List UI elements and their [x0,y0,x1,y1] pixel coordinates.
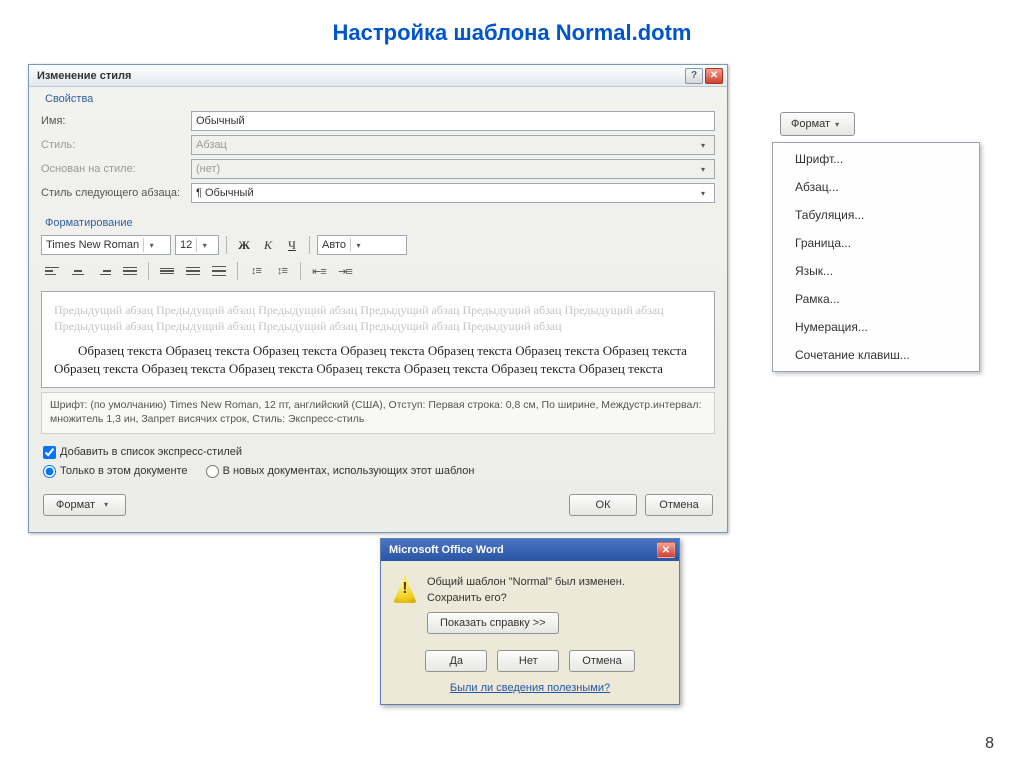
decrease-indent-button[interactable]: ⇤≡ [308,261,330,281]
format-button[interactable]: Формат ▾ [43,494,126,516]
scope-template-input[interactable] [206,465,219,478]
separator [237,262,238,280]
feedback-link[interactable]: Были ли сведения полезными? [450,682,610,694]
slide-title: Настройка шаблона Normal.dotm [0,20,1024,46]
name-label: Имя: [41,115,191,127]
align-justify-button[interactable] [119,261,141,281]
menu-item-shortcut[interactable]: Сочетание клавиш... [773,341,979,369]
scope-this-doc-input[interactable] [43,465,56,478]
italic-button[interactable]: К [258,235,278,255]
confirm-message: Общий шаблон "Normal" был изменен. Сохра… [427,575,667,606]
align-left-button[interactable] [41,261,63,281]
font-size-select[interactable]: 12 ▾ [175,235,219,255]
font-color-value: Авто [322,239,346,251]
line-spacing-2-button[interactable] [208,261,230,281]
close-icon[interactable]: ✕ [705,68,723,84]
scope-this-doc-label: Только в этом документе [60,465,188,477]
no-button[interactable]: Нет [497,650,559,672]
chevron-down-icon[interactable]: ▾ [143,238,157,252]
formatting-toolbar-1: Times New Roman ▾ 12 ▾ Ж К Ч Авто ▾ [35,231,721,259]
nextstyle-select[interactable]: ¶ Обычный ▾ [191,183,715,203]
preview-context-text: Предыдущий абзац Предыдущий абзац Предыд… [54,302,702,334]
preview-sample-text: Образец текста Образец текста Образец те… [54,342,702,377]
confirm-titlebar[interactable]: Microsoft Office Word ✕ [381,539,679,561]
basedon-label: Основан на стиле: [41,163,191,175]
page-number: 8 [985,735,994,753]
font-color-select[interactable]: Авто ▾ [317,235,407,255]
separator [148,262,149,280]
scope-this-doc-radio[interactable]: Только в этом документе [43,465,188,478]
nextstyle-value: ¶ Обычный [196,187,254,199]
line-spacing-1-button[interactable] [156,261,178,281]
align-right-button[interactable] [93,261,115,281]
scope-template-label: В новых документах, использующих этот ша… [223,465,475,477]
line-spacing-1-5-button[interactable] [182,261,204,281]
font-family-select[interactable]: Times New Roman ▾ [41,235,171,255]
chevron-down-icon: ▾ [99,498,113,512]
separator [226,236,227,254]
separator [309,236,310,254]
formatting-toolbar-2: ↕≡ ↕≡ ⇤≡ ⇥≡ [35,259,721,287]
name-value: Обычный [196,115,245,127]
align-center-button[interactable] [67,261,89,281]
chevron-down-icon[interactable]: ▾ [350,238,364,252]
yes-button[interactable]: Да [425,650,487,672]
format-menu-button[interactable]: Формат ▾ [780,112,855,136]
underline-button[interactable]: Ч [282,235,302,255]
modify-style-dialog: Изменение стиля ? ✕ Свойства Имя: Обычны… [28,64,728,533]
styletype-value: Абзац [196,139,227,151]
confirm-dialog: Microsoft Office Word ✕ ! Общий шаблон "… [380,538,680,705]
feedback-link-area: Были ли сведения полезными? [381,678,679,704]
format-menu: Шрифт... Абзац... Табуляция... Граница..… [772,142,980,372]
section-formatting-label: Форматирование [35,211,721,231]
menu-item-border[interactable]: Граница... [773,229,979,257]
bold-button[interactable]: Ж [234,235,254,255]
basedon-select: (нет) ▾ [191,159,715,179]
help-icon[interactable]: ? [685,68,703,84]
format-button-label: Формат [56,499,95,511]
menu-item-numbering[interactable]: Нумерация... [773,313,979,341]
add-quickstyle-label: Добавить в список экспресс-стилей [60,446,242,458]
name-input[interactable]: Обычный [191,111,715,131]
nextstyle-label: Стиль следующего абзаца: [41,187,191,199]
ok-button[interactable]: ОК [569,494,637,516]
format-menu-button-label: Формат [791,118,830,130]
add-quickstyle-checkbox[interactable]: Добавить в список экспресс-стилей [43,446,713,459]
menu-item-language[interactable]: Язык... [773,257,979,285]
dialog-title: Изменение стиля [37,70,683,82]
style-summary: Шрифт: (по умолчанию) Times New Roman, 1… [41,392,715,433]
spacing-before-dec-button[interactable]: ↕≡ [271,261,293,281]
close-icon[interactable]: ✕ [657,542,675,558]
increase-indent-button[interactable]: ⇥≡ [334,261,356,281]
font-family-value: Times New Roman [46,239,139,251]
chevron-down-icon: ▾ [696,138,710,152]
warning-icon: ! [393,575,417,603]
menu-item-tabs[interactable]: Табуляция... [773,201,979,229]
spacing-before-inc-button[interactable]: ↕≡ [245,261,267,281]
format-menu-popover: Формат ▾ Шрифт... Абзац... Табуляция... … [772,112,980,372]
chevron-down-icon: ▾ [830,117,844,131]
chevron-down-icon[interactable]: ▾ [696,186,710,200]
chevron-down-icon: ▾ [696,162,710,176]
chevron-down-icon[interactable]: ▾ [196,238,210,252]
add-quickstyle-input[interactable] [43,446,56,459]
show-help-button[interactable]: Показать справку >> [427,612,559,634]
confirm-title: Microsoft Office Word [389,544,504,556]
menu-item-paragraph[interactable]: Абзац... [773,173,979,201]
confirm-cancel-button[interactable]: Отмена [569,650,634,672]
separator [300,262,301,280]
styletype-label: Стиль: [41,139,191,151]
preview-pane: Предыдущий абзац Предыдущий абзац Предыд… [41,291,715,388]
cancel-button[interactable]: Отмена [645,494,713,516]
basedon-value: (нет) [196,163,220,175]
section-properties-label: Свойства [35,87,721,107]
font-size-value: 12 [180,239,192,251]
menu-item-frame[interactable]: Рамка... [773,285,979,313]
menu-item-font[interactable]: Шрифт... [773,145,979,173]
scope-template-radio[interactable]: В новых документах, использующих этот ша… [206,465,475,478]
styletype-select: Абзац ▾ [191,135,715,155]
dialog-titlebar[interactable]: Изменение стиля ? ✕ [29,65,727,87]
